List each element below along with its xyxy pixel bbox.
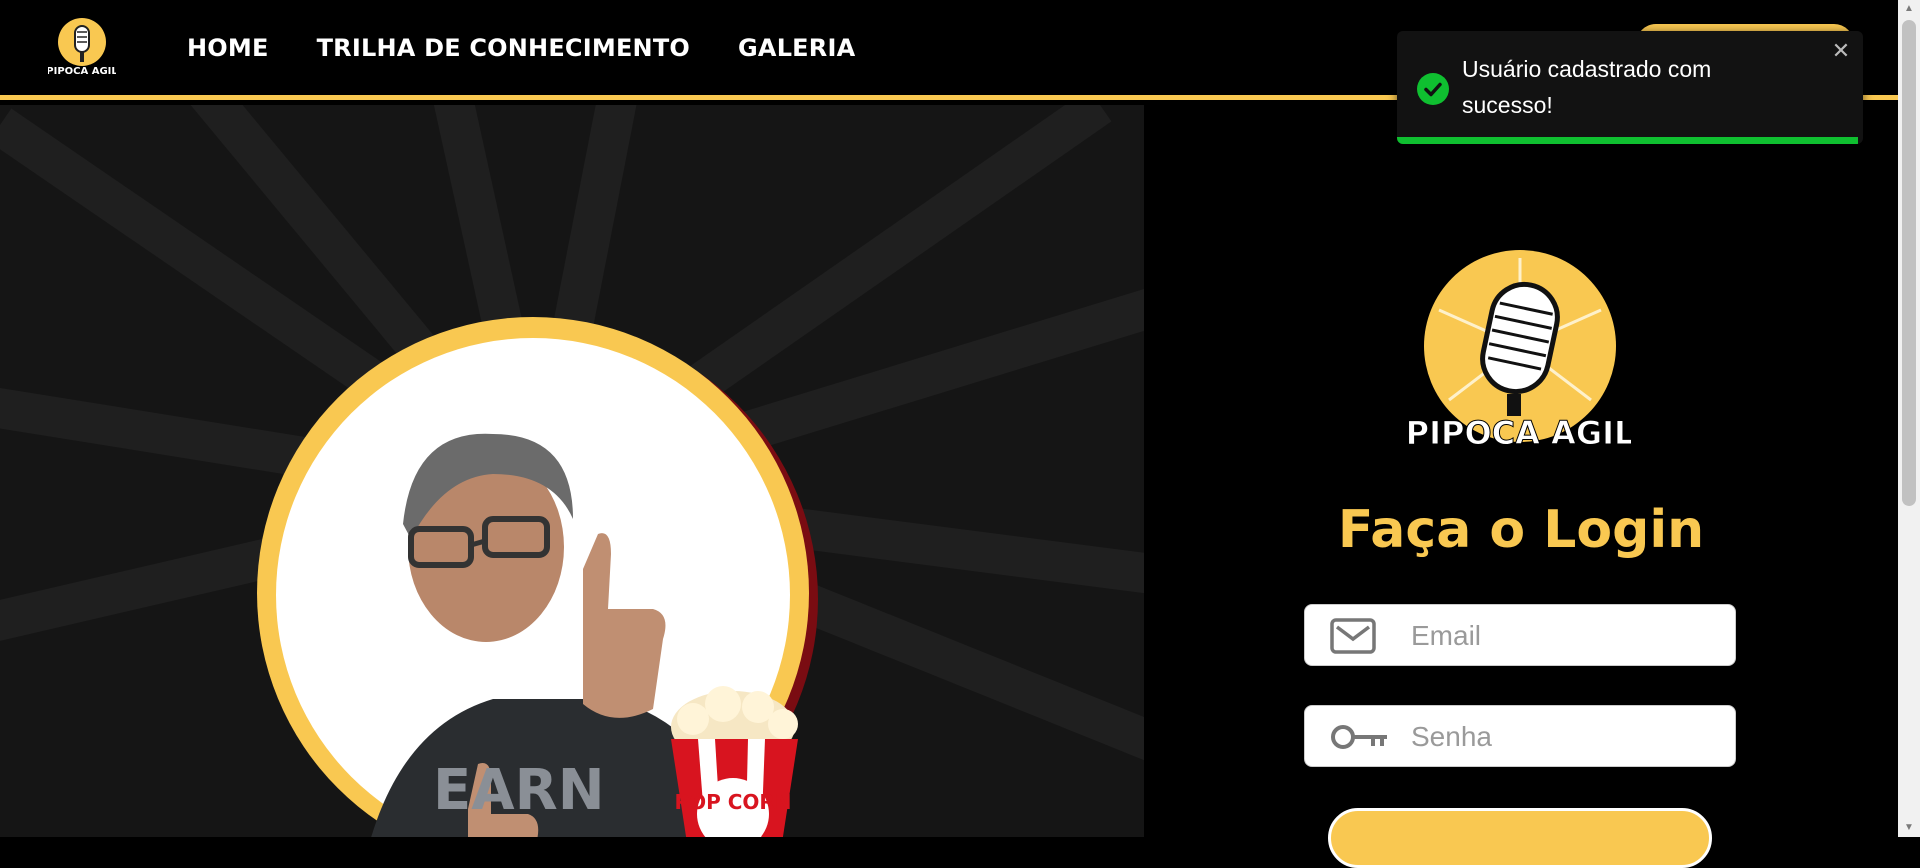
scroll-thumb[interactable] [1902, 20, 1916, 506]
email-field[interactable] [1304, 604, 1736, 666]
password-input[interactable] [1409, 716, 1723, 758]
key-icon [1331, 725, 1387, 749]
scroll-up-arrow-icon[interactable]: ▲ [1898, 0, 1920, 18]
close-icon[interactable]: ✕ [1829, 39, 1853, 63]
main-nav: HOME TRILHA DE CONHECIMENTO GALERIA [187, 34, 855, 62]
scroll-down-arrow-icon[interactable]: ▼ [1898, 819, 1920, 837]
host-portrait: EARN POP CORN [257, 317, 818, 837]
check-circle-icon [1417, 73, 1449, 105]
nav-home[interactable]: HOME [187, 34, 269, 62]
login-title: Faça o Login [1337, 500, 1705, 560]
nav-galeria[interactable]: GALERIA [738, 34, 855, 62]
nav-trilha[interactable]: TRILHA DE CONHECIMENTO [317, 34, 690, 62]
toast-message: Usuário cadastrado com sucesso! [1462, 56, 1712, 118]
logo-text: PIPOCA AGIL [1409, 414, 1631, 450]
site-logo-small[interactable]: PIPOCA AGIL [48, 16, 116, 78]
envelope-icon [1330, 618, 1376, 654]
logo-small-text: PIPOCA AGIL [48, 66, 116, 77]
svg-text:EARN: EARN [433, 758, 605, 823]
pipoca-agil-logo: PIPOCA AGIL [1409, 250, 1631, 450]
password-field[interactable] [1304, 705, 1736, 767]
email-input[interactable] [1409, 615, 1723, 657]
toast-progress-bar [1397, 137, 1859, 144]
page-scrollbar[interactable]: ▲ ▼ [1898, 0, 1920, 837]
popcorn-label: POP CORN [674, 790, 791, 814]
login-submit-button[interactable] [1328, 808, 1712, 868]
success-toast: Usuário cadastrado com sucesso! ✕ [1397, 31, 1863, 144]
hero-section: EARN POP CORN [0, 105, 1144, 837]
